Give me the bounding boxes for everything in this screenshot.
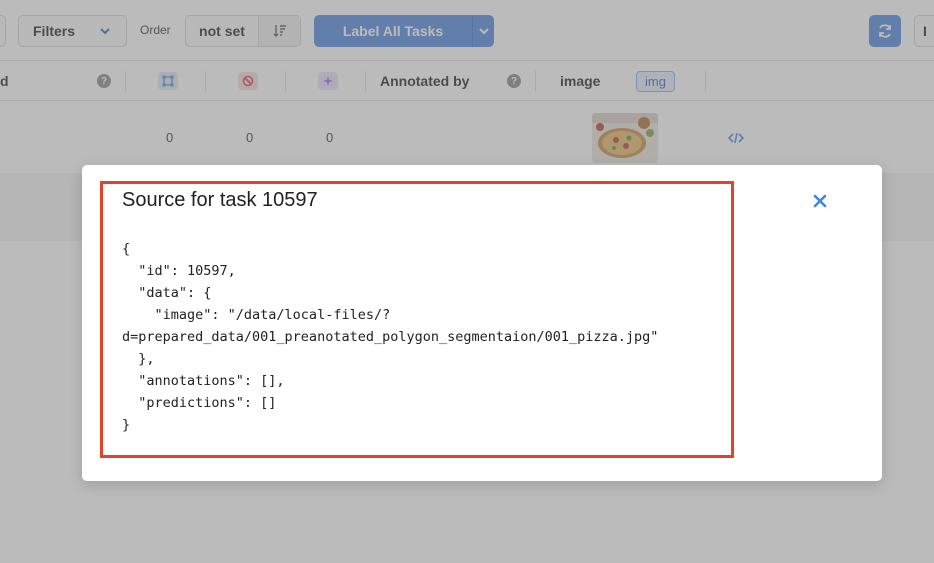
code-line: "annotations": [], <box>122 373 285 389</box>
code-line: d=prepared_data/001_preanotated_polygon_… <box>122 329 659 345</box>
source-modal: Source for task 10597 { "id": 10597, "da… <box>82 165 882 481</box>
code-line: "data": { <box>122 285 212 301</box>
source-code-block: { "id": 10597, "data": { "image": "/data… <box>122 238 722 436</box>
close-button[interactable] <box>811 192 829 210</box>
modal-title: Source for task 10597 <box>122 189 318 211</box>
code-line: } <box>122 417 131 433</box>
close-icon <box>813 194 827 208</box>
code-line: { <box>122 241 131 257</box>
code-line: }, <box>122 351 155 367</box>
code-line: "id": 10597, <box>122 263 236 279</box>
code-line: "predictions": [] <box>122 395 277 411</box>
code-line: "image": "/data/local-files/? <box>122 307 391 323</box>
